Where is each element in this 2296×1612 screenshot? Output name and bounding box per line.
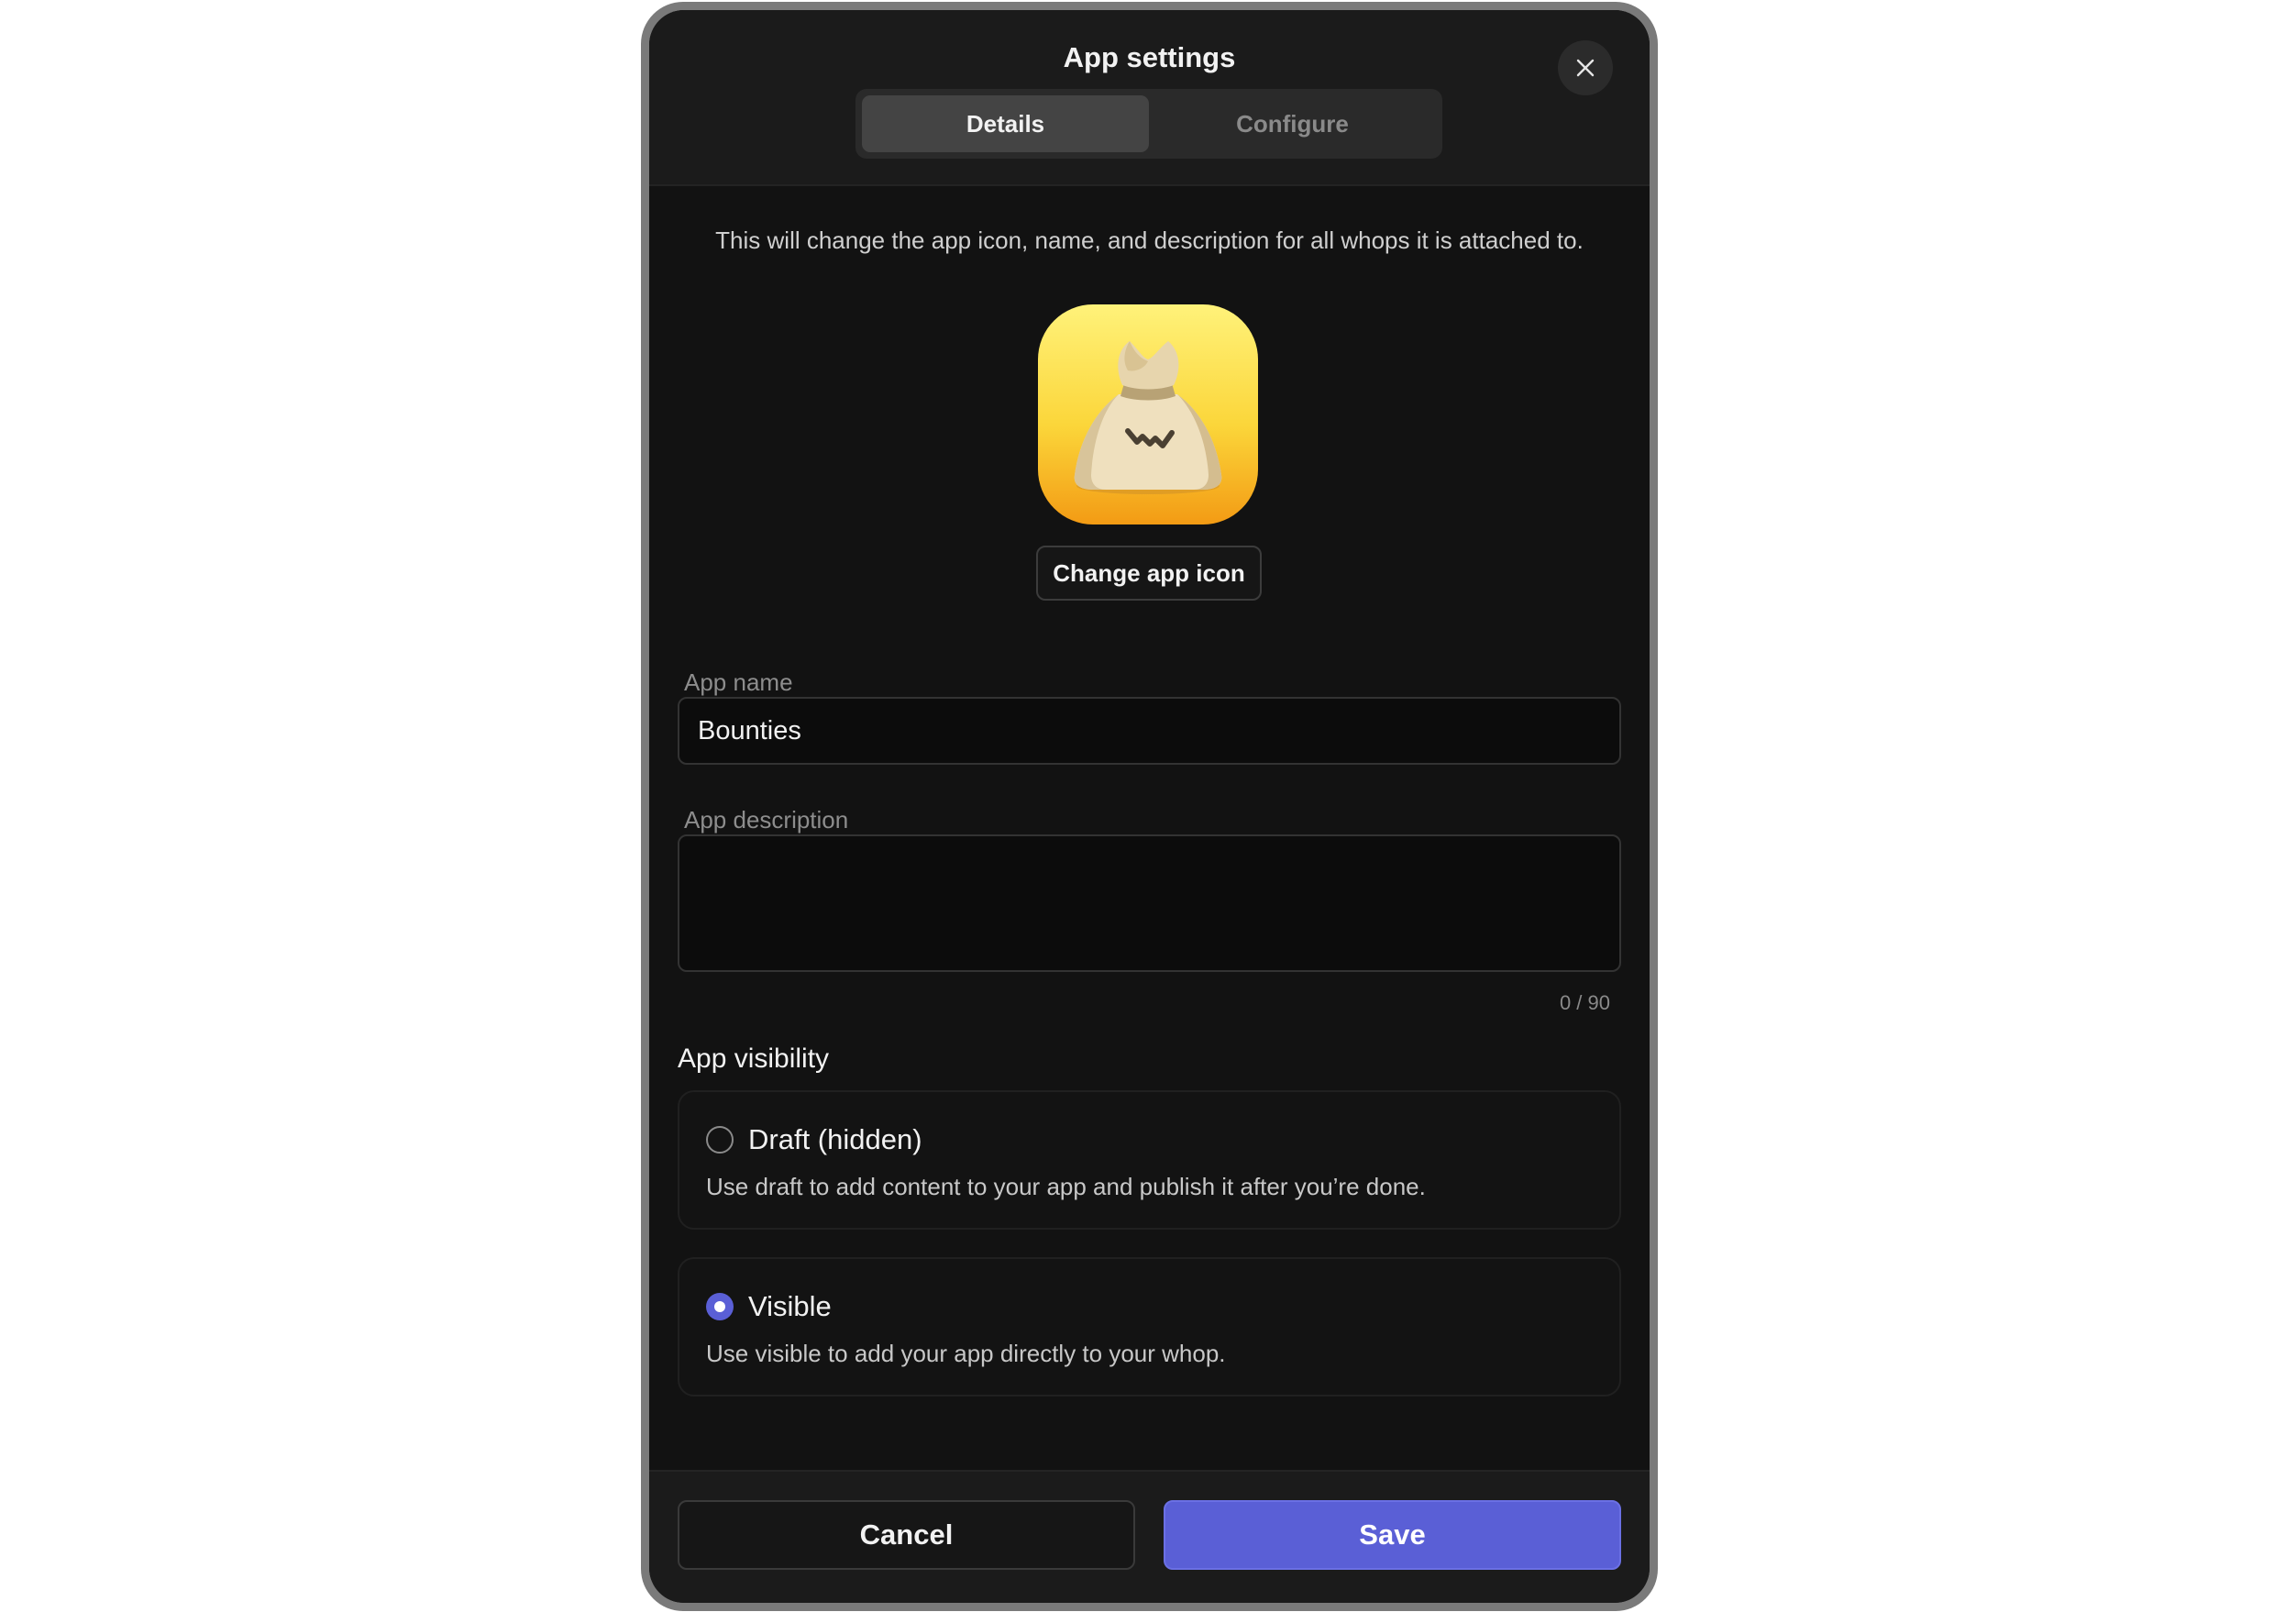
modal-frame: App settings Details Configure This will… bbox=[641, 2, 1658, 1611]
app-settings-modal: App settings Details Configure This will… bbox=[649, 10, 1650, 1603]
tab-details[interactable]: Details bbox=[862, 95, 1149, 152]
tab-configure[interactable]: Configure bbox=[1149, 95, 1436, 152]
close-button[interactable] bbox=[1558, 40, 1613, 95]
modal-title: App settings bbox=[1063, 41, 1236, 73]
change-app-icon-button[interactable]: Change app icon bbox=[1036, 546, 1262, 601]
visible-radio[interactable] bbox=[706, 1293, 734, 1320]
option-title: Visible bbox=[748, 1290, 832, 1322]
visibility-heading: App visibility bbox=[678, 1043, 830, 1074]
save-button[interactable]: Save bbox=[1164, 1500, 1621, 1570]
app-name-label: App name bbox=[684, 668, 793, 696]
money-bag-icon bbox=[1074, 341, 1222, 494]
close-icon bbox=[1576, 59, 1595, 77]
option-description: Use visible to add your app directly to … bbox=[706, 1340, 1226, 1367]
modal-header: App settings Details Configure bbox=[649, 10, 1650, 186]
info-text: This will change the app icon, name, and… bbox=[715, 226, 1584, 254]
tab-switcher: Details Configure bbox=[855, 89, 1442, 159]
app-icon bbox=[1038, 304, 1258, 524]
cancel-button[interactable]: Cancel bbox=[678, 1500, 1135, 1570]
option-title: Draft (hidden) bbox=[748, 1123, 922, 1155]
modal-footer: Cancel Save bbox=[649, 1470, 1650, 1603]
app-description-label: App description bbox=[684, 806, 849, 834]
draft-radio[interactable] bbox=[706, 1126, 734, 1154]
app-description-input[interactable] bbox=[678, 834, 1621, 972]
app-name-input[interactable] bbox=[678, 697, 1621, 765]
visibility-option-draft[interactable]: Draft (hidden) Use draft to add content … bbox=[678, 1090, 1621, 1230]
option-description: Use draft to add content to your app and… bbox=[706, 1173, 1426, 1200]
visibility-option-visible[interactable]: Visible Use visible to add your app dire… bbox=[678, 1257, 1621, 1397]
character-count: 0 / 90 bbox=[1559, 991, 1610, 1014]
